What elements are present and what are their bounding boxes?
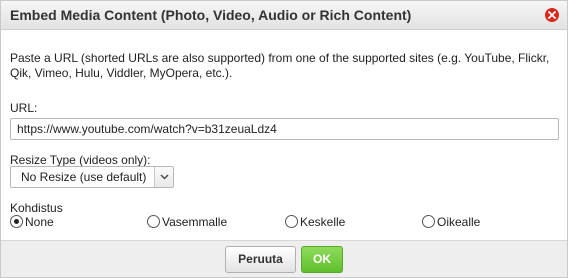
- radio-button-checked[interactable]: [10, 215, 23, 228]
- radio-label: Vasemmalle: [162, 215, 228, 229]
- url-label: URL:: [10, 101, 38, 115]
- intro-text: Paste a URL (shorted URLs are also suppo…: [10, 51, 550, 80]
- resize-type-value: No Resize (use default): [21, 170, 147, 184]
- radio-button[interactable]: [422, 215, 435, 228]
- radio-label: Keskelle: [300, 215, 346, 229]
- radio-label: None: [25, 215, 54, 229]
- radio-label: Oikealle: [437, 215, 481, 229]
- embed-media-dialog: Embed Media Content (Photo, Video, Audio…: [0, 0, 568, 278]
- chevron-down-icon: [160, 174, 169, 180]
- align-label: Kohdistus: [10, 201, 63, 215]
- radio-align-none[interactable]: None: [10, 214, 70, 230]
- close-button[interactable]: [545, 8, 559, 22]
- radio-button[interactable]: [147, 215, 160, 228]
- cancel-button[interactable]: Peruuta: [225, 246, 296, 273]
- dropdown-button[interactable]: [154, 167, 173, 187]
- radio-button[interactable]: [285, 215, 298, 228]
- radio-align-center[interactable]: Keskelle: [285, 214, 385, 230]
- ok-button[interactable]: OK: [301, 246, 343, 273]
- dialog-title: Embed Media Content (Photo, Video, Audio…: [10, 7, 412, 23]
- resize-type-select[interactable]: No Resize (use default): [10, 166, 174, 188]
- dialog-titlebar: Embed Media Content (Photo, Video, Audio…: [1, 1, 567, 30]
- radio-align-right[interactable]: Oikealle: [422, 214, 522, 230]
- url-input[interactable]: [10, 118, 559, 140]
- close-icon: [548, 11, 556, 19]
- radio-align-left[interactable]: Vasemmalle: [147, 214, 267, 230]
- resize-type-label: Resize Type (videos only):: [10, 153, 151, 167]
